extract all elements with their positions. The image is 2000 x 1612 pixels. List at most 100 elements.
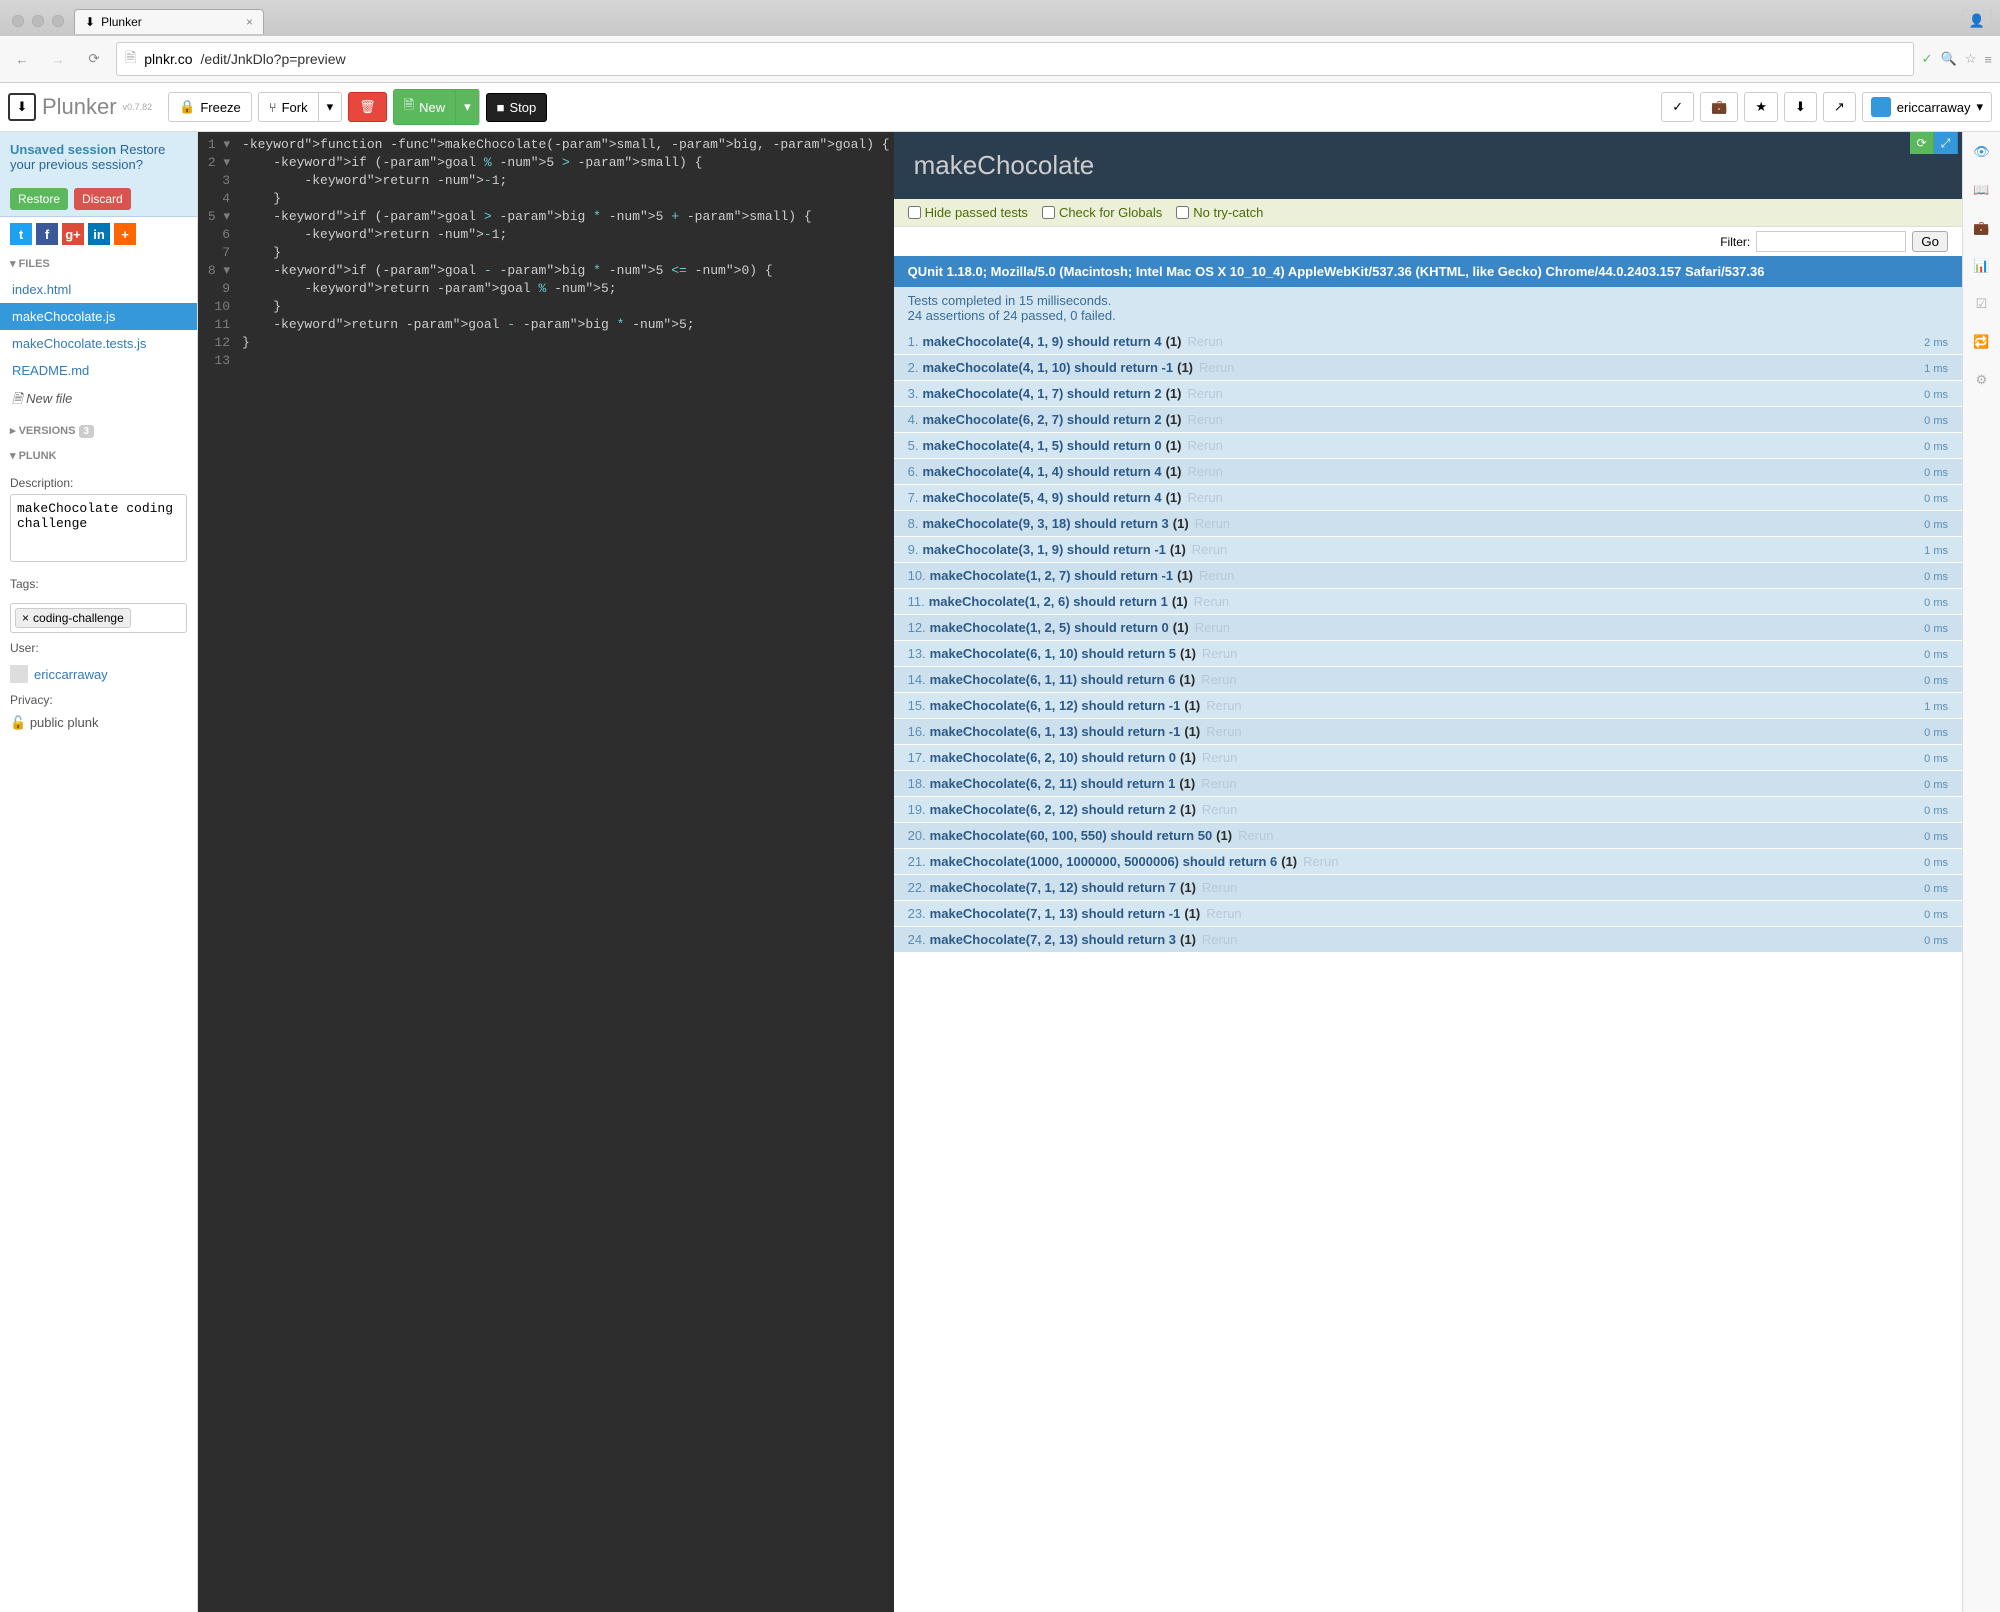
new-file-button[interactable]: 🗎 New file xyxy=(0,384,197,418)
file-item[interactable]: README.md xyxy=(0,357,197,384)
versions-header[interactable]: ▸ VERSIONS 3 xyxy=(0,418,197,443)
suitcase-icon[interactable]: 💼 xyxy=(1968,214,1996,242)
rerun-link[interactable]: Rerun xyxy=(1187,386,1222,401)
discard-button[interactable]: Discard xyxy=(74,188,131,210)
code-line[interactable]: } xyxy=(242,244,890,262)
delete-button[interactable]: 🗑 xyxy=(348,92,387,122)
test-row[interactable]: 19. makeChocolate(6, 2, 12) should retur… xyxy=(894,797,1962,823)
rerun-link[interactable]: Rerun xyxy=(1195,620,1230,635)
star-button[interactable]: ★ xyxy=(1744,92,1778,122)
files-header[interactable]: ▾ FILES xyxy=(0,251,197,276)
spellcheck-icon[interactable]: ✓ xyxy=(1922,51,1933,67)
rerun-link[interactable]: Rerun xyxy=(1238,828,1273,843)
rerun-link[interactable]: Rerun xyxy=(1206,724,1241,739)
restore-button[interactable]: Restore xyxy=(10,188,68,210)
rerun-link[interactable]: Rerun xyxy=(1192,542,1227,557)
test-row[interactable]: 6. makeChocolate(4, 1, 4) should return … xyxy=(894,459,1962,485)
test-row[interactable]: 1. makeChocolate(4, 1, 9) should return … xyxy=(894,329,1962,355)
user-link[interactable]: ericcarraway xyxy=(34,667,108,682)
bookmark-star-icon[interactable]: ☆ xyxy=(1965,51,1977,67)
code-line[interactable]: -keyword">return -num">-1; xyxy=(242,172,890,190)
code-line[interactable]: } xyxy=(242,334,890,352)
stop-button[interactable]: ■Stop xyxy=(486,93,548,122)
test-row[interactable]: 13. makeChocolate(6, 1, 10) should retur… xyxy=(894,641,1962,667)
file-item[interactable]: index.html xyxy=(0,276,197,303)
check-button[interactable]: ✓ xyxy=(1661,92,1694,122)
googleplus-icon[interactable]: g+ xyxy=(62,223,84,245)
check-globals-checkbox[interactable]: Check for Globals xyxy=(1042,205,1162,220)
linkedin-icon[interactable]: in xyxy=(88,223,110,245)
new-button[interactable]: 🗎New xyxy=(393,89,455,125)
tag-remove-icon[interactable]: × xyxy=(22,611,29,625)
close-window-icon[interactable] xyxy=(12,15,24,27)
checklist-icon[interactable]: ☑ xyxy=(1968,290,1996,318)
expand-preview-icon[interactable]: ⤢ xyxy=(1934,132,1958,154)
book-icon[interactable]: 📖 xyxy=(1968,176,1996,204)
code-line[interactable]: -keyword">return -param">goal % -num">5; xyxy=(242,280,890,298)
rerun-link[interactable]: Rerun xyxy=(1202,802,1237,817)
test-row[interactable]: 12. makeChocolate(1, 2, 5) should return… xyxy=(894,615,1962,641)
rerun-link[interactable]: Rerun xyxy=(1194,594,1229,609)
reload-button[interactable]: ⟳ xyxy=(80,45,108,73)
rerun-link[interactable]: Rerun xyxy=(1202,750,1237,765)
briefcase-button[interactable]: 💼 xyxy=(1700,92,1738,122)
test-row[interactable]: 11. makeChocolate(1, 2, 6) should return… xyxy=(894,589,1962,615)
description-input[interactable]: makeChocolate coding challenge xyxy=(10,494,187,562)
browser-tab[interactable]: ⬇ Plunker × xyxy=(74,9,264,34)
file-item[interactable]: makeChocolate.js xyxy=(0,303,197,330)
gear-icon[interactable]: ⚙ xyxy=(1968,366,1996,394)
addthis-icon[interactable]: + xyxy=(114,223,136,245)
test-row[interactable]: 4. makeChocolate(6, 2, 7) should return … xyxy=(894,407,1962,433)
code-line[interactable]: -keyword">if (-param">goal % -num">5 > -… xyxy=(242,154,890,172)
code-line[interactable]: } xyxy=(242,190,890,208)
download-button[interactable]: ⬇ xyxy=(1784,92,1817,122)
test-row[interactable]: 14. makeChocolate(6, 1, 11) should retur… xyxy=(894,667,1962,693)
open-external-button[interactable]: ↗ xyxy=(1823,92,1856,122)
code-line[interactable]: -keyword">return -param">goal - -param">… xyxy=(242,316,890,334)
freeze-button[interactable]: 🔒Freeze xyxy=(168,92,252,122)
rerun-link[interactable]: Rerun xyxy=(1187,412,1222,427)
code-line[interactable]: -keyword">if (-param">goal > -param">big… xyxy=(242,208,890,226)
test-row[interactable]: 9. makeChocolate(3, 1, 9) should return … xyxy=(894,537,1962,563)
code-editor[interactable]: 1 ▾2 ▾3 4 5 ▾6 7 8 ▾9 10 11 12 13 -keywo… xyxy=(198,132,894,1612)
tag-chip[interactable]: ×coding-challenge xyxy=(15,608,131,628)
rerun-link[interactable]: Rerun xyxy=(1199,360,1234,375)
test-row[interactable]: 10. makeChocolate(1, 2, 7) should return… xyxy=(894,563,1962,589)
rerun-link[interactable]: Rerun xyxy=(1303,854,1338,869)
code-line[interactable]: -keyword">if (-param">goal - -param">big… xyxy=(242,262,890,280)
test-row[interactable]: 23. makeChocolate(7, 1, 13) should retur… xyxy=(894,901,1962,927)
rerun-link[interactable]: Rerun xyxy=(1187,490,1222,505)
fork-caret-button[interactable]: ▾ xyxy=(318,92,343,122)
test-row[interactable]: 3. makeChocolate(4, 1, 7) should return … xyxy=(894,381,1962,407)
test-row[interactable]: 20. makeChocolate(60, 100, 550) should r… xyxy=(894,823,1962,849)
fork-button[interactable]: ⑂Fork xyxy=(258,92,318,122)
dashboard-icon[interactable]: 📊 xyxy=(1968,252,1996,280)
eye-icon[interactable]: 👁 xyxy=(1968,138,1996,166)
rerun-link[interactable]: Rerun xyxy=(1199,568,1234,583)
test-row[interactable]: 21. makeChocolate(1000, 1000000, 5000006… xyxy=(894,849,1962,875)
filter-input[interactable] xyxy=(1756,231,1906,252)
test-row[interactable]: 8. makeChocolate(9, 3, 18) should return… xyxy=(894,511,1962,537)
twitter-icon[interactable]: t xyxy=(10,223,32,245)
rerun-link[interactable]: Rerun xyxy=(1202,932,1237,947)
rerun-link[interactable]: Rerun xyxy=(1202,880,1237,895)
rerun-link[interactable]: Rerun xyxy=(1201,776,1236,791)
filter-go-button[interactable]: Go xyxy=(1912,231,1948,252)
rerun-link[interactable]: Rerun xyxy=(1206,906,1241,921)
code-line[interactable]: -keyword">function -func">makeChocolate(… xyxy=(242,136,890,154)
user-menu[interactable]: ericcarraway ▾ xyxy=(1862,92,1992,122)
rerun-link[interactable]: Rerun xyxy=(1206,698,1241,713)
back-button[interactable]: ← xyxy=(8,45,36,73)
test-row[interactable]: 2. makeChocolate(4, 1, 10) should return… xyxy=(894,355,1962,381)
no-trycatch-checkbox[interactable]: No try-catch xyxy=(1176,205,1263,220)
test-row[interactable]: 22. makeChocolate(7, 1, 12) should retur… xyxy=(894,875,1962,901)
file-item[interactable]: makeChocolate.tests.js xyxy=(0,330,197,357)
test-row[interactable]: 18. makeChocolate(6, 2, 11) should retur… xyxy=(894,771,1962,797)
rerun-link[interactable]: Rerun xyxy=(1201,672,1236,687)
maximize-window-icon[interactable] xyxy=(52,15,64,27)
plunk-header[interactable]: ▾ PLUNK xyxy=(0,443,197,468)
tags-input[interactable]: ×coding-challenge xyxy=(10,603,187,633)
hamburger-menu-icon[interactable]: ≡ xyxy=(1984,52,1992,67)
close-tab-icon[interactable]: × xyxy=(246,15,253,29)
rerun-link[interactable]: Rerun xyxy=(1187,438,1222,453)
